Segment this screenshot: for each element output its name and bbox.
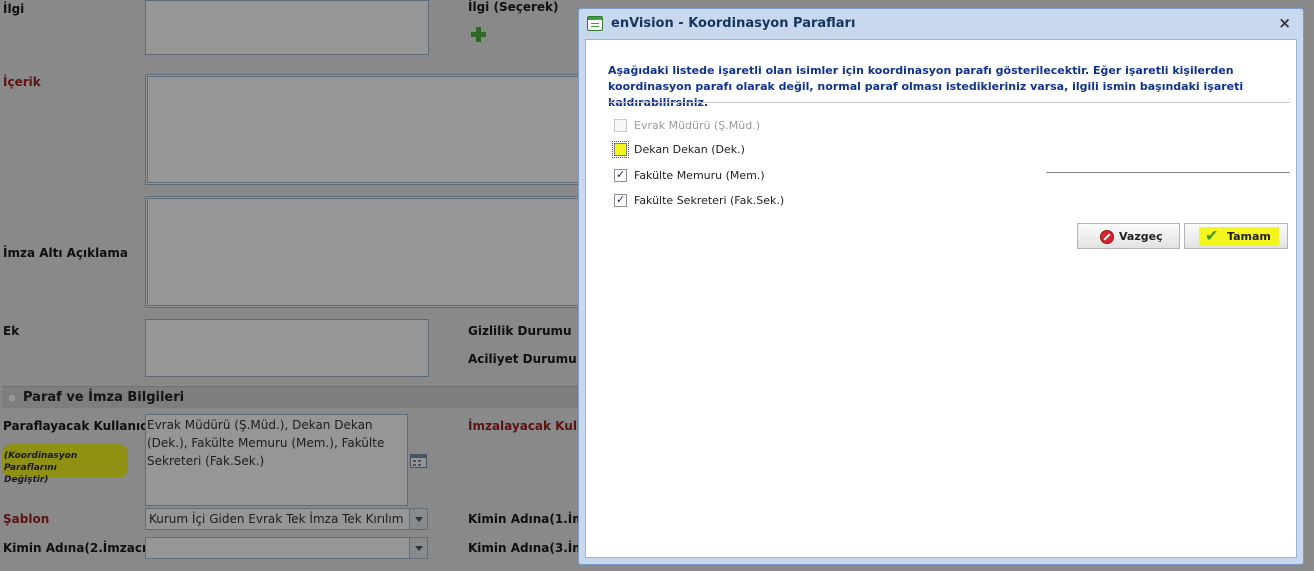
checkmark-icon: ✔ [1205, 226, 1219, 245]
divider [608, 102, 1290, 103]
collapse-icon [9, 395, 15, 401]
option-label: Fakülte Memuru (Mem.) [634, 169, 765, 182]
ilgi-secerek-label: İlgi (Seçerek) [468, 0, 559, 14]
ok-label: Tamam [1227, 230, 1271, 243]
ilgi-field[interactable] [145, 0, 429, 55]
ek-label: Ek [3, 324, 20, 338]
imza-alti-textarea[interactable] [145, 196, 585, 308]
kimin-adina2-label: Kimin Adına(2.İmzacı) [3, 541, 152, 555]
ilgi-label: İlgi [3, 2, 25, 16]
plus-icon[interactable] [470, 26, 487, 43]
koordinasyon-dialog: enVision - Koordinasyon Parafları × Aşağ… [578, 8, 1304, 565]
sablon-label: Şablon [3, 512, 50, 526]
window-icon [587, 16, 603, 31]
section-header[interactable]: Paraf ve İmza Bilgileri [2, 386, 578, 408]
koordinasyon-link[interactable]: (Koordinasyon Paraflarını Değiştir) [2, 444, 128, 485]
divider [1046, 172, 1290, 173]
chevron-down-icon[interactable] [409, 509, 427, 529]
option-label: Dekan Dekan (Dek.) [634, 143, 745, 156]
cancel-icon [1100, 230, 1114, 244]
option-label: Evrak Müdürü (Ş.Müd.) [634, 119, 761, 132]
icerik-label: İçerik [3, 75, 41, 89]
checkbox-evrak-muduru[interactable] [614, 119, 627, 132]
cancel-label: Vazgeç [1119, 230, 1163, 243]
sablon-value: Kurum İçi Giden Evrak Tek İmza Tek Kırıl… [149, 512, 404, 526]
sablon-select[interactable]: Kurum İçi Giden Evrak Tek İmza Tek Kırıl… [145, 508, 428, 530]
aciliyet-label: Aciliyet Durumu [468, 352, 577, 366]
ok-button[interactable]: ✔ Tamam [1184, 223, 1288, 249]
dialog-content: Aşağıdaki listede işaretli olan isimler … [585, 39, 1297, 558]
koordinasyon-link-line2: Değiştir) [4, 475, 49, 485]
chevron-down-icon[interactable] [409, 538, 427, 558]
kimin-adina2-select[interactable] [145, 537, 428, 559]
koordinasyon-link-line1: (Koordinasyon Paraflarını [4, 451, 78, 473]
imza-alti-label: İmza Altı Açıklama [3, 246, 128, 260]
checkbox-dekan[interactable] [612, 141, 629, 158]
info-text: Aşağıdaki listede işaretli olan isimler … [608, 64, 1244, 109]
dialog-title: enVision - Koordinasyon Parafları [611, 16, 856, 31]
section-title: Paraf ve İmza Bilgileri [23, 390, 185, 405]
icerik-textarea[interactable] [145, 74, 585, 185]
paraflayacak-value: Evrak Müdürü (Ş.Müd.), Dekan Dekan (Dek.… [147, 418, 385, 468]
cancel-button[interactable]: Vazgeç [1077, 223, 1180, 249]
checkbox-fakulte-memuru[interactable] [614, 168, 627, 182]
checkbox-fakulte-sekreteri[interactable] [614, 193, 627, 207]
dialog-titlebar[interactable]: enVision - Koordinasyon Parafları × [579, 9, 1303, 37]
ek-field[interactable] [145, 319, 429, 377]
option-label: Fakülte Sekreteri (Fak.Sek.) [634, 194, 785, 207]
gizlilik-label: Gizlilik Durumu [468, 324, 572, 338]
close-icon[interactable]: × [1278, 14, 1291, 32]
calendar-list-icon[interactable] [410, 454, 427, 468]
